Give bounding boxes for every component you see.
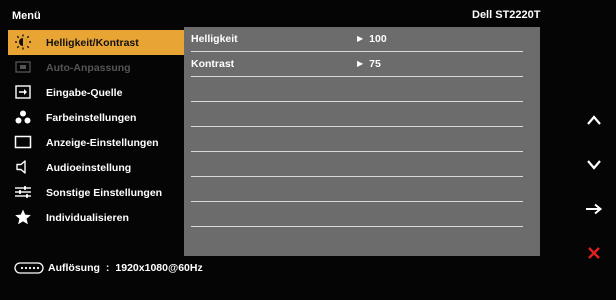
auto-adjust-icon xyxy=(14,59,32,75)
display-icon xyxy=(14,134,32,150)
resolution-value: 1920x1080@60Hz xyxy=(115,262,203,274)
setting-name: Kontrast xyxy=(191,58,235,70)
menu-item-label: Sonstige Einstellungen xyxy=(46,186,163,199)
setting-row-empty xyxy=(191,152,523,177)
star-icon xyxy=(14,209,32,225)
setting-row-empty xyxy=(191,102,523,127)
color-dots-icon xyxy=(14,109,32,125)
menu-item-input-source[interactable]: Eingabe-Quelle xyxy=(8,80,186,105)
nav-enter-button[interactable] xyxy=(582,199,606,223)
menu-item-label: Individualisieren xyxy=(46,211,129,224)
menu-item-label: Helligkeit/Kontrast xyxy=(46,36,139,49)
menu-item-label: Anzeige-Einstellungen xyxy=(46,136,159,149)
arrow-right-icon xyxy=(585,202,603,220)
triangle-right-icon: ▶ xyxy=(357,34,364,43)
menu-item-label: Eingabe-Quelle xyxy=(46,86,123,99)
nav-exit-button[interactable] xyxy=(582,243,606,267)
menu-item-audio-settings[interactable]: Audioeinstellung xyxy=(8,155,186,180)
nav-up-button[interactable] xyxy=(582,110,606,134)
menu-item-color-settings[interactable]: Farbeinstellungen xyxy=(8,105,186,130)
connector-icon xyxy=(14,262,44,274)
menu-item-personalize[interactable]: Individualisieren xyxy=(8,205,186,230)
setting-value-text: 75 xyxy=(369,58,381,70)
setting-row-empty xyxy=(191,77,523,102)
menu-item-label: Audioeinstellung xyxy=(46,161,132,174)
chevron-up-icon xyxy=(586,113,602,131)
setting-row-brightness[interactable]: Helligkeit ▶ 100 xyxy=(191,27,523,52)
nav-down-button[interactable] xyxy=(582,155,606,179)
monitor-model: Dell ST2220T xyxy=(472,9,541,21)
resolution-status: Auflösung : 1920x1080@60Hz xyxy=(14,262,203,274)
menu-item-display-settings[interactable]: Anzeige-Einstellungen xyxy=(8,130,186,155)
menu-item-label: Farbeinstellungen xyxy=(46,111,137,124)
setting-row-contrast[interactable]: Kontrast ▶ 75 xyxy=(191,52,523,77)
setting-row-empty xyxy=(191,202,523,227)
setting-value-text: 100 xyxy=(369,33,387,45)
sliders-icon xyxy=(14,184,32,200)
close-icon xyxy=(587,246,601,265)
main-menu: Helligkeit/Kontrast Auto-Anpassung Einga… xyxy=(8,30,186,230)
resolution-label: Auflösung xyxy=(48,262,100,274)
sun-icon xyxy=(14,34,32,50)
triangle-right-icon: ▶ xyxy=(357,59,364,68)
setting-name: Helligkeit xyxy=(191,33,238,45)
menu-item-auto-adjust: Auto-Anpassung xyxy=(8,55,186,80)
setting-row-empty xyxy=(191,177,523,202)
setting-value: ▶ 75 xyxy=(357,58,381,70)
menu-item-other-settings[interactable]: Sonstige Einstellungen xyxy=(8,180,186,205)
input-source-icon xyxy=(14,84,32,100)
chevron-down-icon xyxy=(586,158,602,176)
setting-row-empty xyxy=(191,127,523,152)
setting-value: ▶ 100 xyxy=(357,33,387,45)
menu-title: Menü xyxy=(12,10,41,22)
menu-item-label: Auto-Anpassung xyxy=(46,61,131,74)
resolution-separator: : xyxy=(105,262,110,274)
speaker-icon xyxy=(14,159,32,175)
menu-item-brightness-contrast[interactable]: Helligkeit/Kontrast xyxy=(8,30,186,55)
settings-panel: Helligkeit ▶ 100 Kontrast ▶ 75 xyxy=(184,27,540,256)
